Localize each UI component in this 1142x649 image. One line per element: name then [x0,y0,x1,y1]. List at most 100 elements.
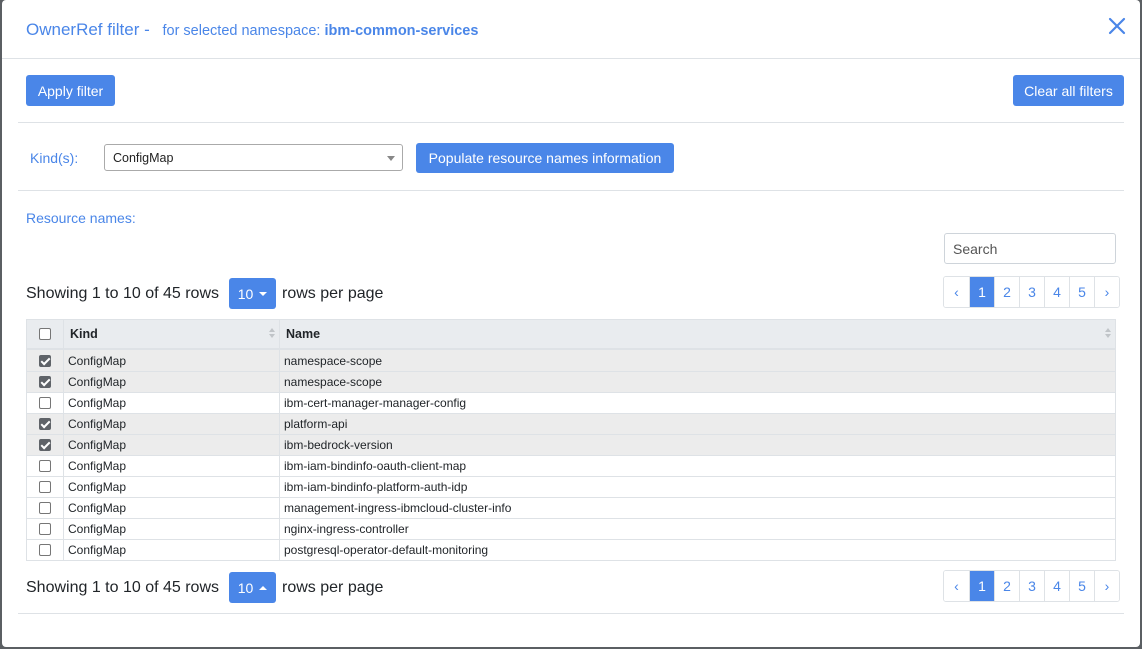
kind-cell: ConfigMap [64,540,280,560]
pagination-info-top: Showing 1 to 10 of 45 rows 10 rows per p… [26,278,383,309]
kind-cell: ConfigMap [64,519,280,539]
table-row[interactable]: ConfigMap management-ingress-ibmcloud-clu… [27,497,1115,518]
modal-subtitle: for selected namespace: ibm-common-servi… [162,23,478,39]
column-header-kind-label: Kind [70,327,98,341]
resource-table: Kind Name ConfigMap namespace-scope Config… [26,319,1116,561]
page-button-3[interactable]: 3 [1019,277,1044,307]
search-input[interactable] [944,233,1116,264]
column-header-name-label: Name [286,327,321,341]
kind-cell: ConfigMap [64,435,280,455]
row-checkbox[interactable] [39,523,51,535]
page-button-4[interactable]: 4 [1044,277,1069,307]
table-row[interactable]: ConfigMap nginx-ingress-controller [27,518,1115,539]
rows-info-text: Showing 1 to 10 of 45 rows [26,578,220,596]
pagination-info-bottom: Showing 1 to 10 of 45 rows 10 rows per p… [26,572,383,603]
row-select-cell [27,456,64,476]
column-header-name[interactable]: Name [280,320,1115,348]
page-button-2[interactable]: 2 [994,571,1019,601]
page-button-4[interactable]: 4 [1044,571,1069,601]
column-header-kind[interactable]: Kind [64,320,280,348]
next-page-button[interactable]: › [1094,277,1119,307]
select-all-checkbox[interactable] [39,328,51,340]
name-cell: namespace-scope [284,353,383,368]
kind-cell: ConfigMap [64,498,280,518]
kind-cell: ConfigMap [64,477,280,497]
divider [18,613,1124,614]
kind-cell: ConfigMap [64,414,280,434]
page-button-1[interactable]: 1 [969,571,994,601]
prev-page-button[interactable]: ‹ [944,571,969,601]
row-select-cell [27,350,64,371]
namespace-name: ibm-common-services [324,23,479,39]
apply-filter-button[interactable]: Apply filter [26,75,115,106]
page-button-1[interactable]: 1 [969,277,994,307]
populate-resource-names-button[interactable]: Populate resource names information [416,143,674,173]
page-button-5[interactable]: 5 [1069,571,1094,601]
next-page-button[interactable]: › [1094,571,1119,601]
name-cell: management-ingress-ibmcloud-cluster-info [284,501,512,515]
name-cell: ibm-cert-manager-manager-config [284,396,467,410]
pagination-top: ‹ 1 2 3 4 5 › [943,276,1120,308]
kind-cell: ConfigMap [64,350,280,371]
table-row[interactable]: ConfigMap platform-api [27,413,1115,434]
row-select-cell [27,477,64,497]
page-size-dropdown[interactable]: 10 [229,572,277,603]
table-row[interactable]: ConfigMap postgresql-operator-default-mon… [27,539,1115,560]
caret-up-icon [259,585,268,590]
modal-title: OwnerRef filter - for selected namespace… [26,20,478,40]
modal-title-text: OwnerRef filter - [26,20,150,39]
rows-per-page-text: rows per page [282,578,384,596]
row-select-cell [27,519,64,539]
row-select-cell [27,414,64,434]
row-checkbox[interactable] [39,481,51,493]
row-checkbox[interactable] [39,460,51,472]
resource-names-label: Resource names: [26,210,136,226]
name-cell: ibm-bedrock-version [284,438,393,452]
row-checkbox[interactable] [39,397,51,409]
row-select-cell [27,393,64,413]
row-checkbox[interactable] [39,418,51,430]
name-cell: ibm-iam-bindinfo-platform-auth-idp [284,480,468,494]
page-button-3[interactable]: 3 [1019,571,1044,601]
row-checkbox[interactable] [39,544,51,556]
clear-all-filters-button[interactable]: Clear all filters [1013,75,1124,106]
page-button-5[interactable]: 5 [1069,277,1094,307]
modal-header: OwnerRef filter - for selected namespace… [2,0,1140,59]
name-cell: platform-api [284,417,348,431]
pagination-bottom: ‹ 1 2 3 4 5 › [943,570,1120,602]
row-select-cell [27,540,64,560]
kind-cell: ConfigMap [64,456,280,476]
row-checkbox[interactable] [39,376,51,388]
caret-down-icon [259,291,268,296]
divider [18,190,1124,191]
name-cell: nginx-ingress-controller [284,522,409,536]
table-row[interactable]: ConfigMap ibm-iam-bindinfo-oauth-client-m… [27,455,1115,476]
table-row[interactable]: ConfigMap namespace-scope [27,350,1115,371]
row-select-cell [27,498,64,518]
kind-select-value: ConfigMap [113,151,174,165]
subtitle-prefix: for selected namespace: [162,23,321,39]
kind-cell: ConfigMap [64,372,280,392]
ownerref-filter-modal: OwnerRef filter - for selected namespace… [2,0,1140,647]
page-size-dropdown[interactable]: 10 [229,278,277,309]
table-row[interactable]: ConfigMap ibm-bedrock-version [27,434,1115,455]
name-cell: ibm-iam-bindinfo-oauth-client-map [284,459,467,473]
row-checkbox[interactable] [39,502,51,514]
close-icon [1108,17,1126,35]
table-row[interactable]: ConfigMap namespace-scope [27,371,1115,392]
table-row[interactable]: ConfigMap ibm-iam-bindinfo-platform-auth-… [27,476,1115,497]
row-checkbox[interactable] [39,439,51,451]
table-body: ConfigMap namespace-scope ConfigMap namespa… [27,350,1115,560]
kind-select[interactable]: ConfigMap [104,144,403,171]
name-cell: postgresql-operator-default-monitoring [284,543,489,557]
row-select-cell [27,435,64,455]
row-checkbox[interactable] [39,354,51,367]
table-row[interactable]: ConfigMap ibm-cert-manager-manager-config [27,392,1115,413]
prev-page-button[interactable]: ‹ [944,277,969,307]
page-size-value: 10 [237,579,254,596]
kind-cell: ConfigMap [64,393,280,413]
rows-per-page-text: rows per page [282,284,384,302]
close-button[interactable] [1104,14,1130,40]
page-button-2[interactable]: 2 [994,277,1019,307]
select-all-cell [27,320,64,348]
